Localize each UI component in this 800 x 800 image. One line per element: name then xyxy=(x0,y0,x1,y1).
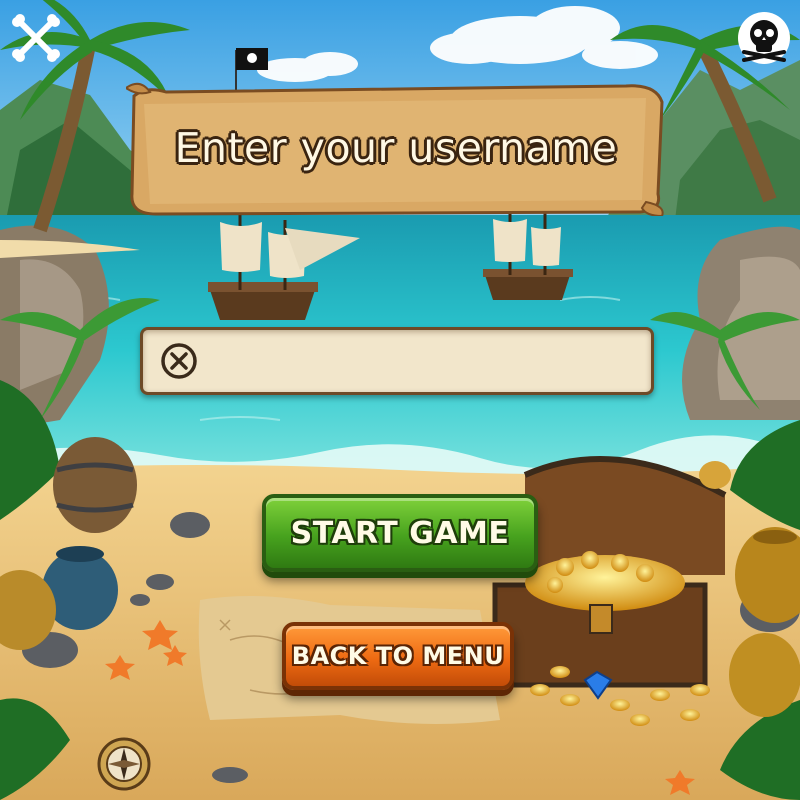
page-title: Enter your username xyxy=(174,124,618,172)
compass-icon[interactable] xyxy=(96,736,152,792)
back-to-menu-label: BACK TO MENU xyxy=(291,642,505,670)
title-banner: Enter your username xyxy=(126,82,666,216)
username-input[interactable] xyxy=(213,340,637,384)
username-field xyxy=(140,327,654,395)
clear-x-icon[interactable] xyxy=(159,341,199,381)
start-game-label: START GAME xyxy=(290,515,510,551)
skull-icon[interactable] xyxy=(736,10,792,66)
start-game-button[interactable]: START GAME xyxy=(262,494,538,572)
crossed-bones-icon[interactable] xyxy=(8,10,64,66)
back-to-menu-button[interactable]: BACK TO MENU xyxy=(282,622,514,690)
